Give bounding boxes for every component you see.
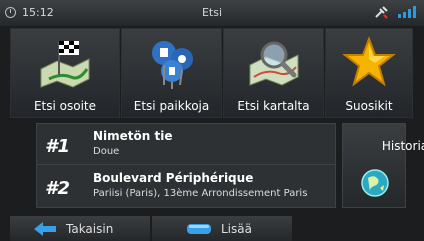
- destination-detail: Pariisi (Paris), 13ème Arrondissement Pa…: [93, 188, 308, 199]
- favorites-button[interactable]: Suosikit: [325, 28, 413, 118]
- destination-name: Boulevard Périphérique: [93, 171, 254, 185]
- find-address-button[interactable]: Etsi osoite: [10, 28, 120, 118]
- history-label: Historia: [381, 139, 424, 153]
- rank-label: #2: [45, 178, 71, 199]
- find-address-label: Etsi osoite: [33, 99, 97, 113]
- screen-title: Etsi: [201, 6, 223, 19]
- rank-label: #1: [45, 136, 71, 157]
- find-on-map-label: Etsi kartalta: [237, 99, 310, 113]
- recent-destinations-list: #1 Nimetön tie Doue #2 Boulevard Périphé…: [36, 123, 336, 208]
- back-button[interactable]: Takaisin: [10, 216, 150, 241]
- more-icon: [187, 224, 211, 234]
- destination-name: Nimetön tie: [93, 129, 173, 143]
- globe-icon: [361, 169, 389, 197]
- history-button[interactable]: Historia: [342, 123, 424, 208]
- status-bar: 15:12 Etsi: [0, 0, 424, 26]
- destination-detail: Doue: [93, 146, 120, 157]
- more-button[interactable]: Lisää: [152, 216, 292, 241]
- recent-item-2[interactable]: #2 Boulevard Périphérique Pariisi (Paris…: [37, 166, 335, 207]
- recent-item-1[interactable]: #1 Nimetön tie Doue: [37, 124, 335, 165]
- satellite-icon: [375, 6, 388, 19]
- favorites-label: Suosikit: [345, 99, 393, 113]
- star-icon: [342, 36, 396, 87]
- checkered-flag-map-icon: [40, 41, 90, 88]
- back-label: Takaisin: [66, 222, 114, 236]
- more-label: Lisää: [221, 222, 252, 236]
- find-places-label: Etsi paikkoja: [133, 99, 210, 113]
- find-places-button[interactable]: Etsi paikkoja: [121, 28, 222, 118]
- back-arrow-icon: [34, 222, 56, 236]
- find-on-map-button[interactable]: Etsi kartalta: [223, 28, 324, 118]
- poi-pins-icon: [151, 41, 193, 89]
- signal-icon: [398, 6, 416, 18]
- map-magnifier-icon: [249, 41, 298, 86]
